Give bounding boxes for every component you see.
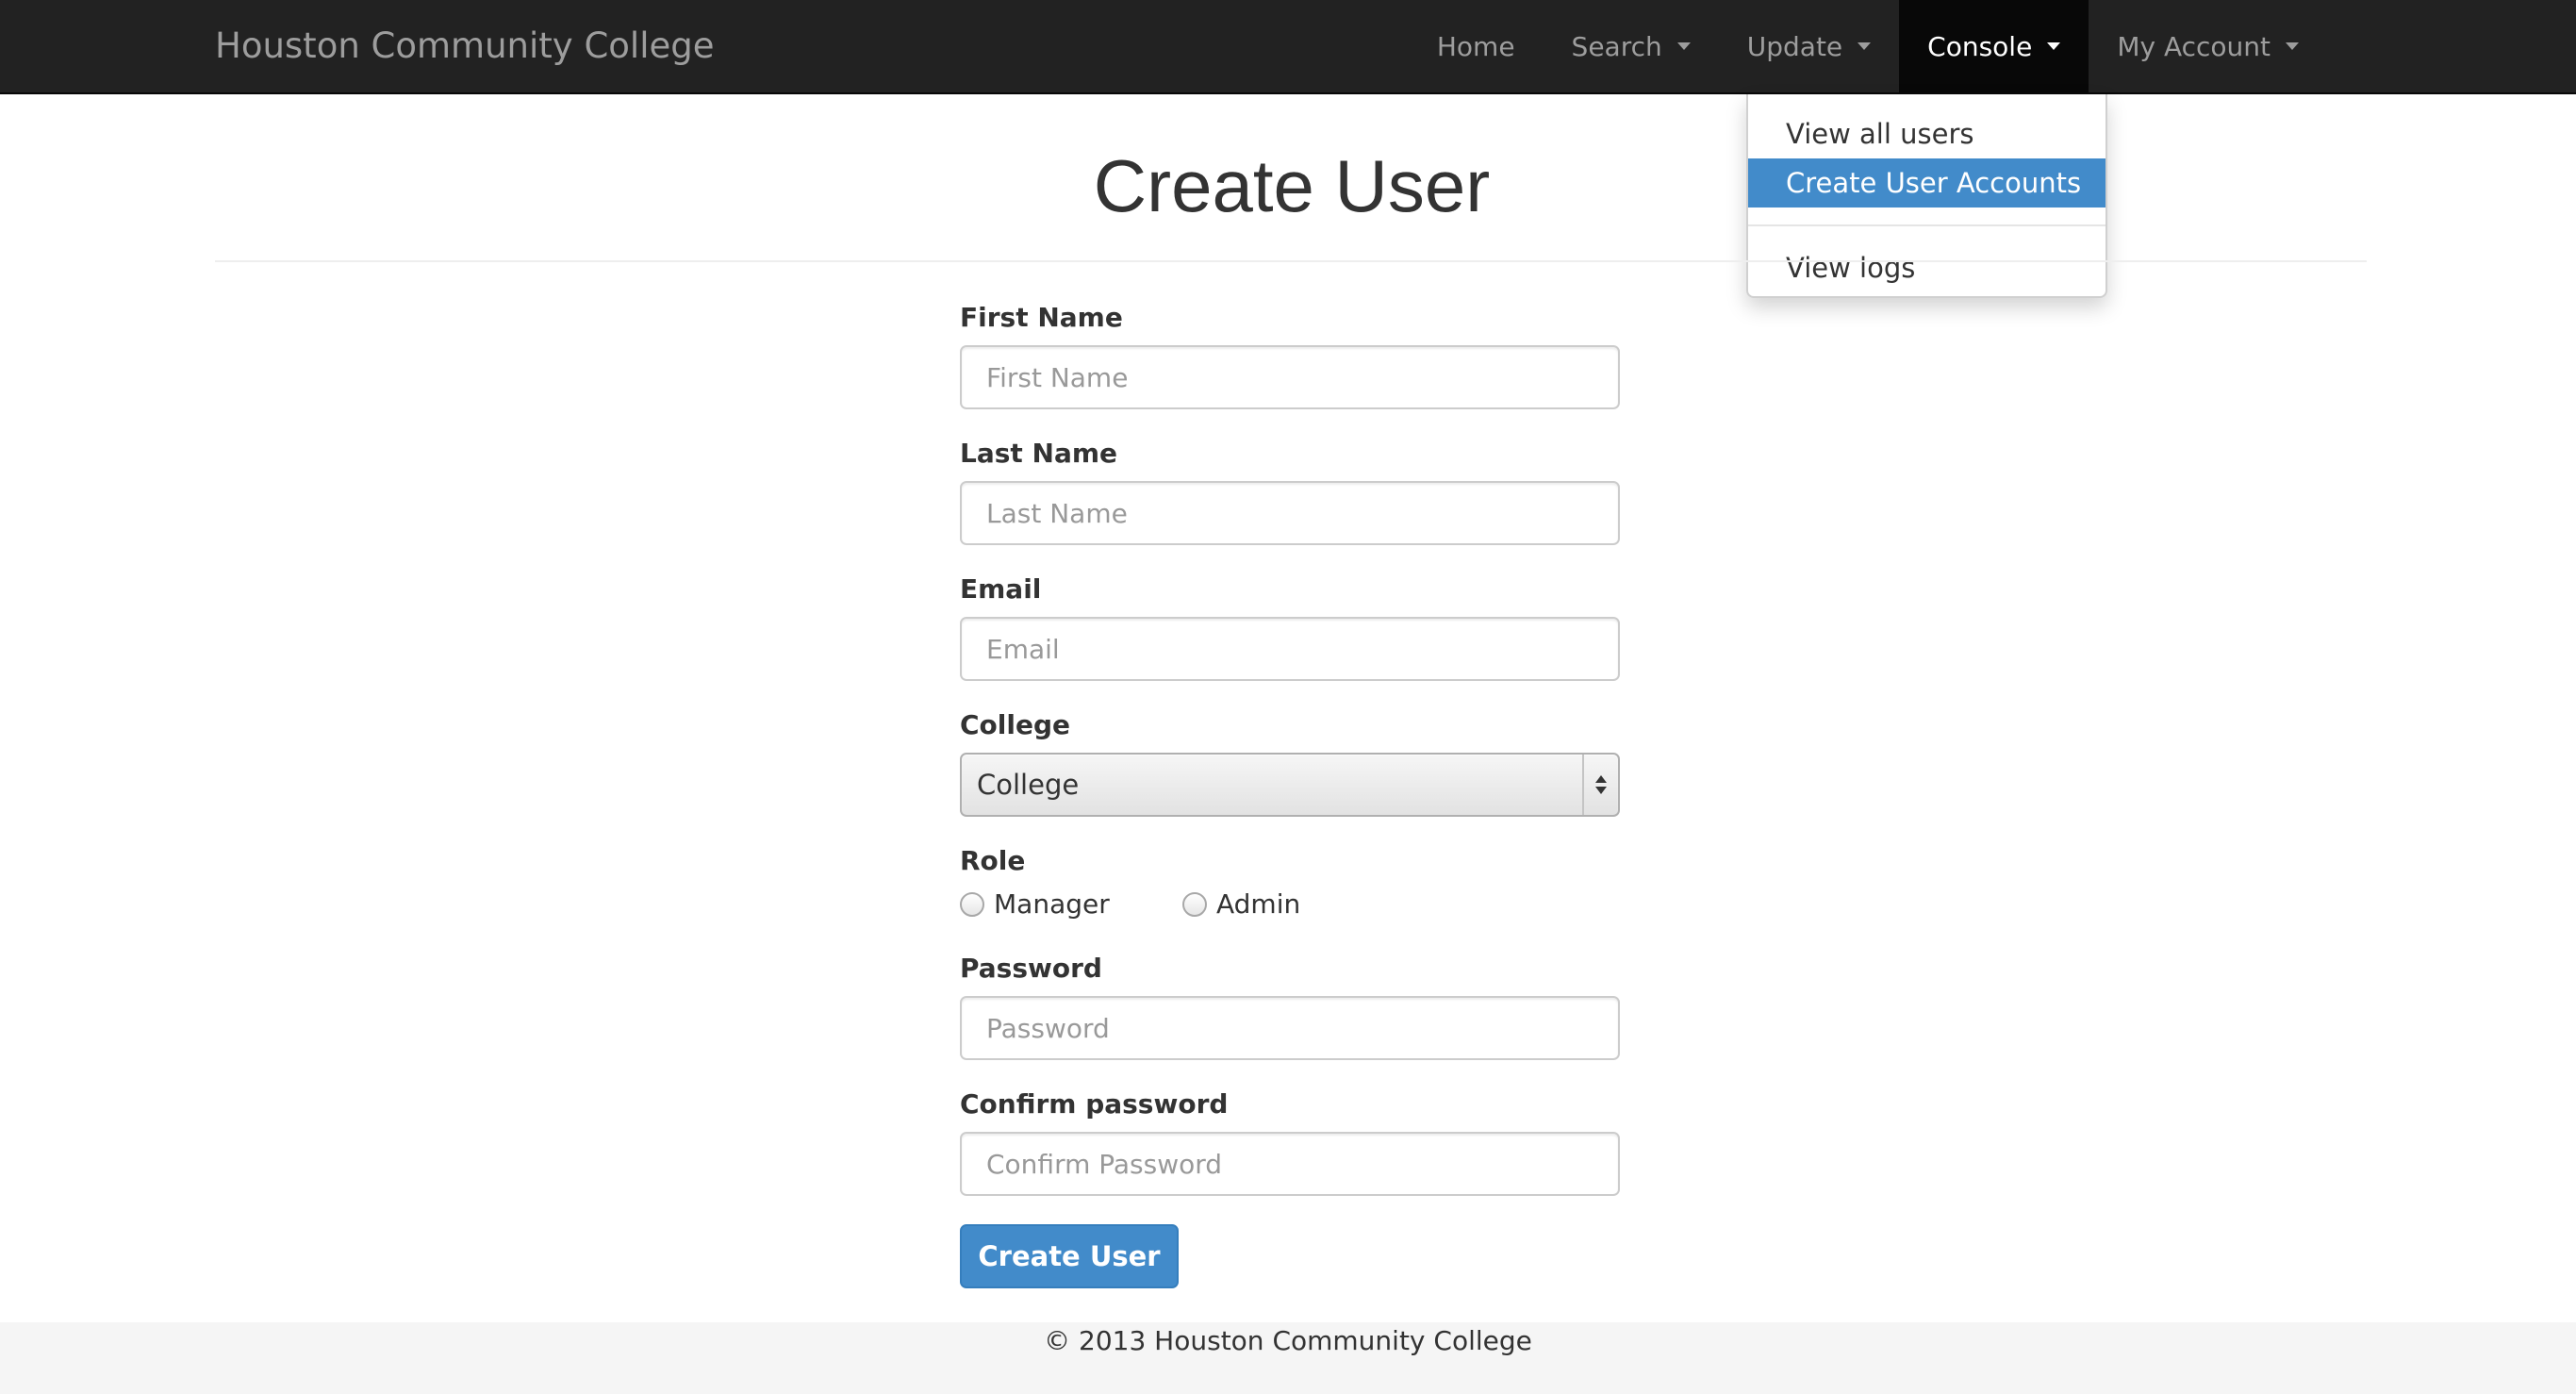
- footer-copyright: © 2013 Houston Community College: [1044, 1325, 1532, 1356]
- role-label: Role: [960, 845, 1026, 876]
- nav-label-update: Update: [1746, 30, 1843, 62]
- college-label: College: [960, 709, 1071, 740]
- chevron-down-icon: [2047, 42, 2061, 50]
- nav-label-search: Search: [1571, 30, 1662, 62]
- nav-item-home[interactable]: Home: [1409, 0, 1544, 92]
- create-user-button[interactable]: Create User: [960, 1224, 1179, 1288]
- chevron-down-icon: [1858, 42, 1872, 50]
- password-input[interactable]: [960, 996, 1620, 1060]
- nav-label-home: Home: [1436, 30, 1515, 62]
- title-divider: [215, 260, 2367, 262]
- first-name-label: First Name: [960, 302, 1123, 333]
- confirm-password-label: Confirm password: [960, 1088, 1229, 1120]
- confirm-password-input[interactable]: [960, 1132, 1620, 1196]
- chevron-down-icon: [2286, 42, 2299, 50]
- nav-item-console[interactable]: Console: [1899, 0, 2089, 92]
- menu-item-view-logs[interactable]: View logs: [1748, 243, 2105, 292]
- nav-item-update[interactable]: Update: [1719, 0, 1899, 92]
- radio-button[interactable]: [1182, 891, 1207, 917]
- top-navbar: Houston Community College Home Search Up…: [0, 0, 2576, 94]
- first-name-input[interactable]: [960, 345, 1620, 409]
- email-label: Email: [960, 573, 1042, 605]
- select-arrows-icon: [1582, 755, 1618, 815]
- email-input[interactable]: [960, 617, 1620, 681]
- chevron-down-icon: [1676, 42, 1691, 50]
- role-radio-admin[interactable]: Admin: [1182, 888, 1300, 920]
- brand-link[interactable]: Houston Community College: [215, 0, 715, 92]
- role-radio-manager[interactable]: Manager: [960, 888, 1110, 920]
- nav-item-my-account[interactable]: My Account: [2089, 0, 2327, 92]
- password-label: Password: [960, 953, 1102, 984]
- radio-button[interactable]: [960, 891, 984, 917]
- nav-menu: Home Search Update Console My Account: [1409, 0, 2327, 92]
- page-title: Create User: [1093, 144, 1491, 227]
- last-name-input[interactable]: [960, 481, 1620, 545]
- college-select[interactable]: College: [960, 753, 1620, 817]
- radio-label-admin: Admin: [1216, 888, 1301, 920]
- nav-item-search[interactable]: Search: [1544, 0, 1719, 92]
- college-select-value: College: [977, 769, 1080, 801]
- nav-label-my-account: My Account: [2117, 30, 2271, 62]
- nav-label-console: Console: [1927, 30, 2033, 62]
- footer: © 2013 Houston Community College: [0, 1322, 2576, 1394]
- last-name-label: Last Name: [960, 438, 1118, 469]
- radio-label-manager: Manager: [994, 888, 1110, 920]
